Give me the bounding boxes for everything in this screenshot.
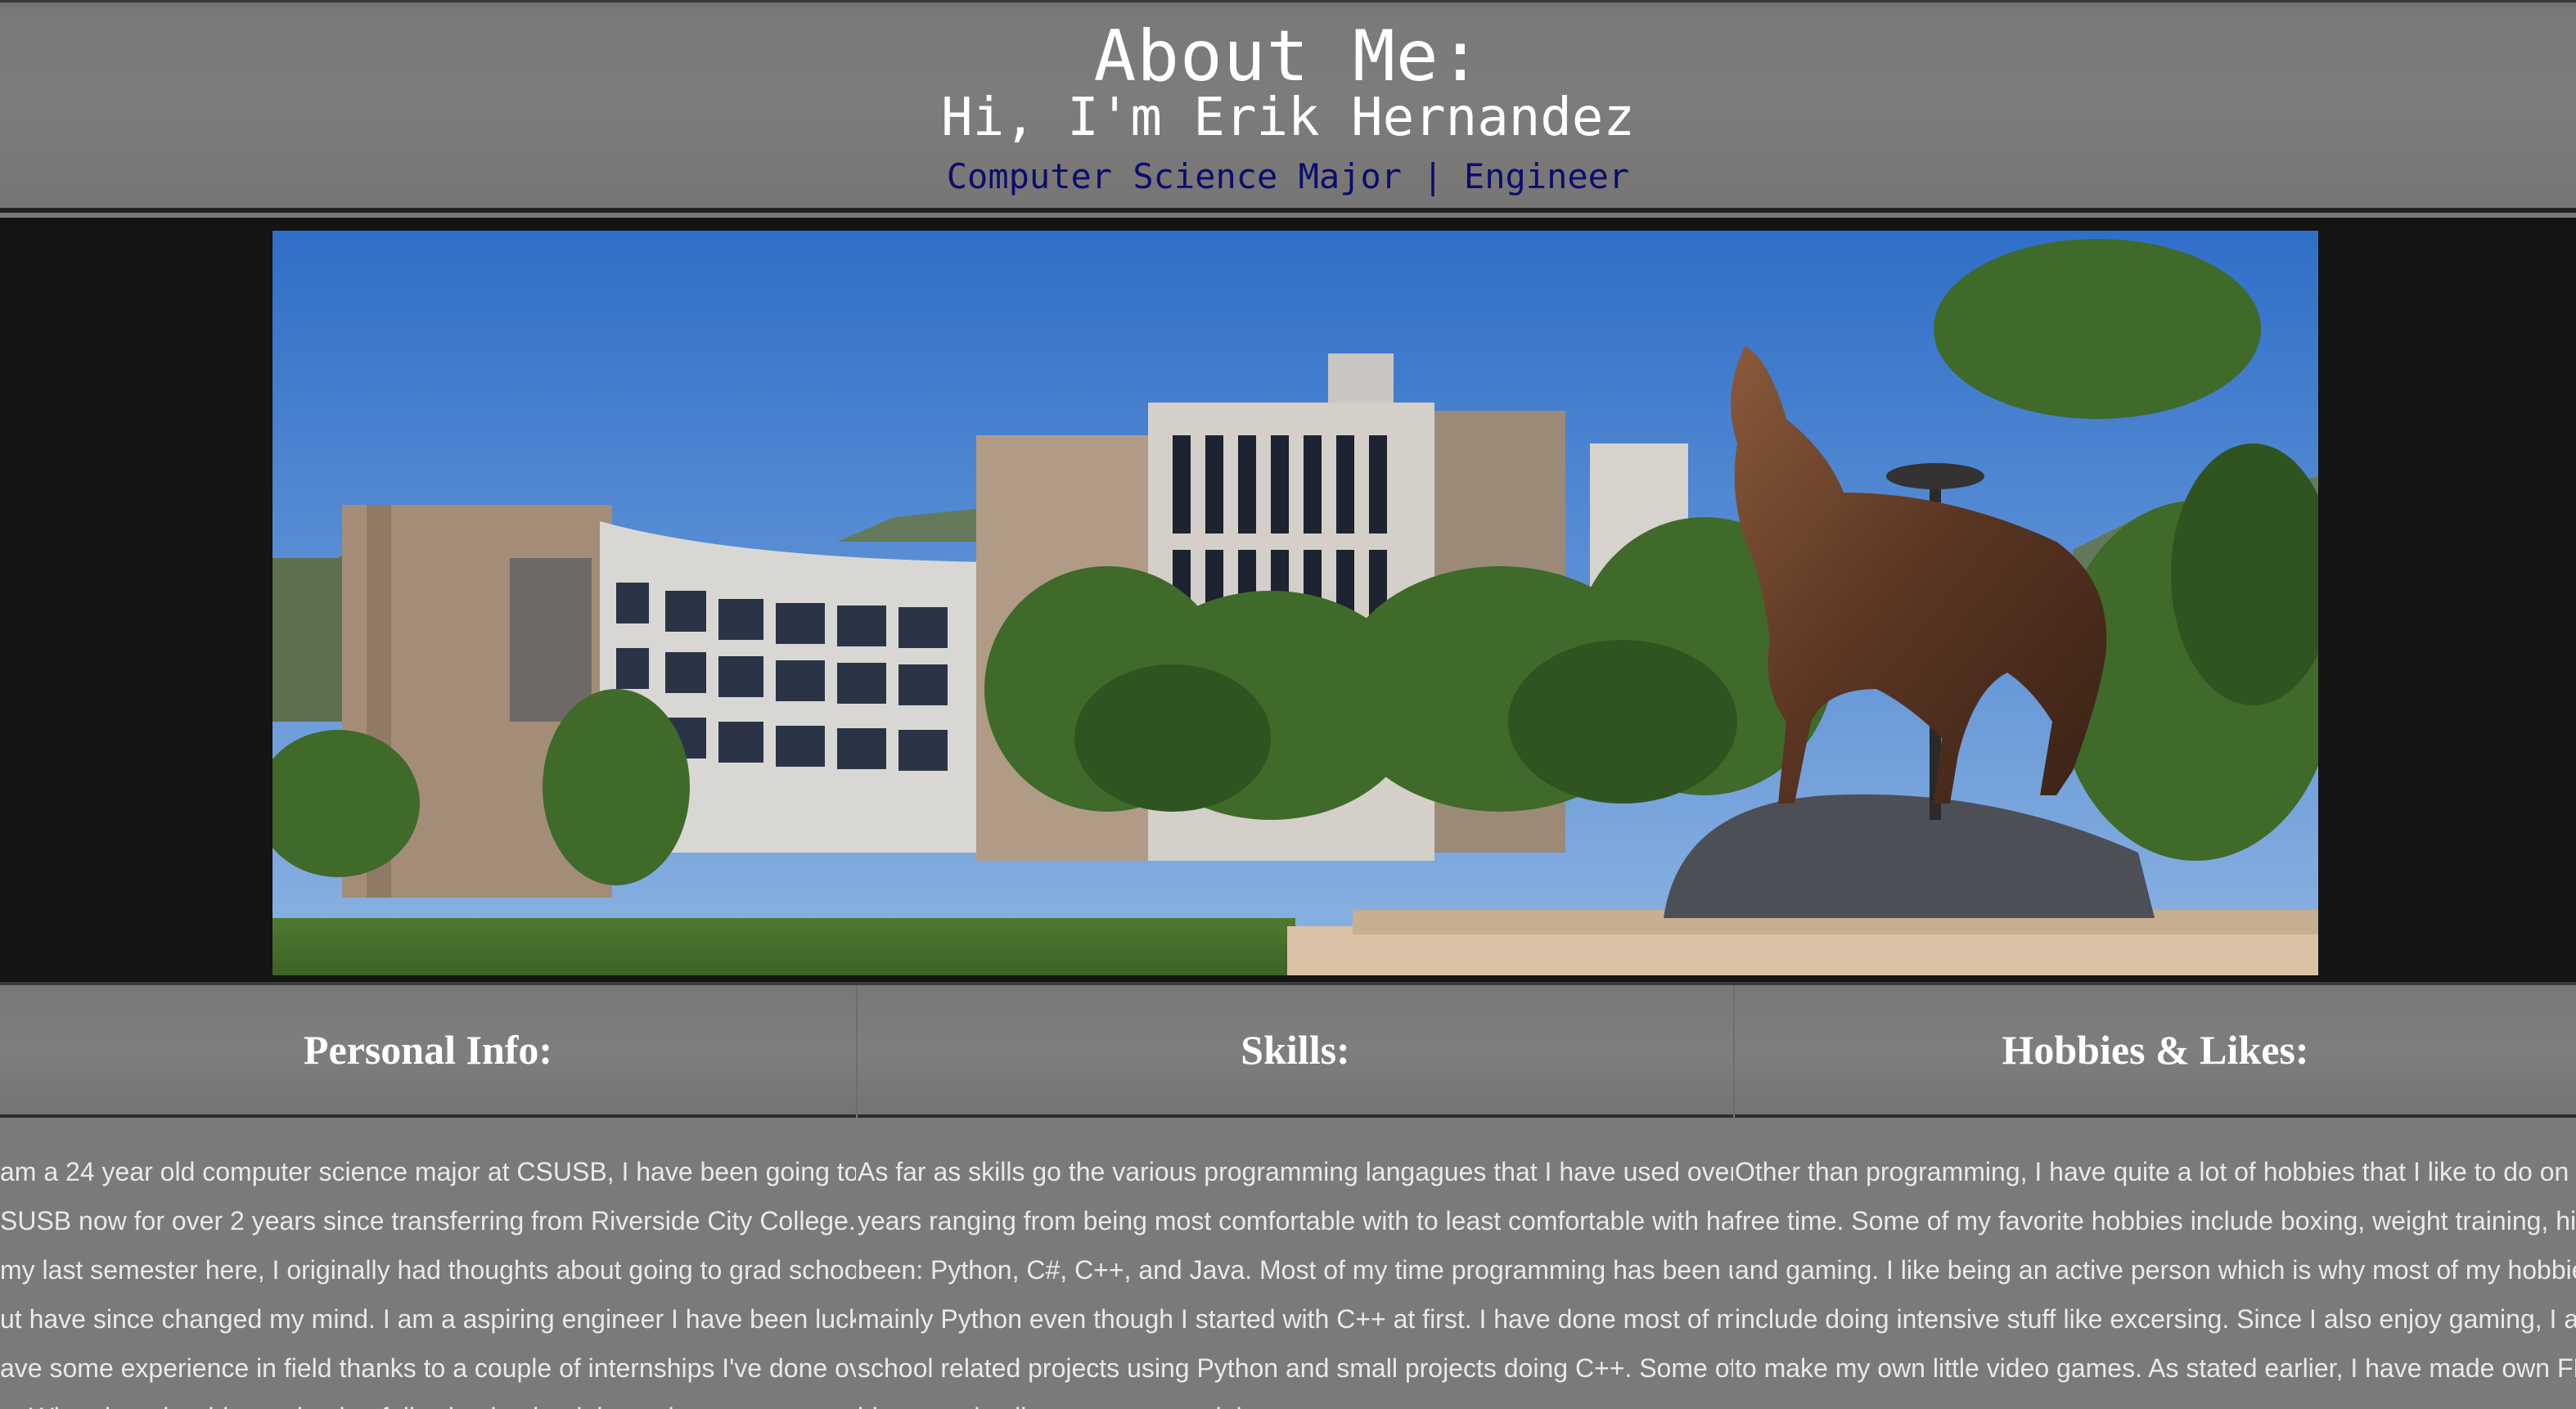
banner xyxy=(0,218,2576,982)
text-line: ... ... ... ... ... ... ... ... ... ... … xyxy=(1735,1393,2576,1409)
section-body-hobbies: Other than programming, I have quite a l… xyxy=(1735,1147,2576,1409)
section-skills: Skills: As far as skills go the various … xyxy=(858,985,1733,1409)
text-line: As far as skills go the various programm… xyxy=(858,1157,1733,1186)
text-line: ... When it ends wide graduation followi… xyxy=(0,1393,856,1409)
text-line: ave some experience in field thanks to a… xyxy=(0,1353,856,1383)
text-line: include doing intensive stuff like excer… xyxy=(1735,1304,2576,1334)
text-line: ut have since changed my mind. I am a as… xyxy=(0,1304,856,1334)
text-line: mainly Python even though I started with… xyxy=(858,1304,1733,1334)
section-personal-info: Personal Info: am a 24 year old computer… xyxy=(0,985,856,1409)
banner-image xyxy=(272,231,2318,975)
text-line: Other than programming, I have quite a l… xyxy=(1735,1157,2576,1186)
text-line: bi... ... and collect... ... ... ... and… xyxy=(858,1393,1733,1409)
text-line: am a 24 year old computer science major … xyxy=(0,1157,856,1186)
section-header: Skills: xyxy=(858,985,1733,1118)
page-header: About Me: Hi, I'm Erik Hernandez Compute… xyxy=(0,0,2576,213)
section-heading-personal-info: Personal Info: xyxy=(303,1027,553,1073)
section-hobbies: Hobbies & Likes: Other than programming,… xyxy=(1735,985,2576,1409)
section-heading-skills: Skills: xyxy=(1241,1027,1350,1073)
section-body-personal-info: am a 24 year old computer science major … xyxy=(0,1147,856,1409)
text-line: years ranging from being most comfortabl… xyxy=(858,1206,1733,1236)
section-header: Hobbies & Likes: xyxy=(1735,985,2576,1118)
section-heading-hobbies: Hobbies & Likes: xyxy=(2002,1027,2309,1073)
text-line: and gaming. I like being an active perso… xyxy=(1735,1255,2576,1285)
text-line: my last semester here, I originally had … xyxy=(0,1255,856,1285)
section-body-skills: As far as skills go the various programm… xyxy=(858,1147,1733,1409)
text-line: school related projects using Python and… xyxy=(858,1353,1733,1383)
text-line: SUSB now for over 2 years since transfer… xyxy=(0,1206,856,1236)
text-line: free time. Some of my favorite hobbies i… xyxy=(1735,1206,2576,1236)
info-sections: Personal Info: am a 24 year old computer… xyxy=(0,982,2576,1409)
text-line: to make my own little video games. As st… xyxy=(1735,1353,2576,1383)
page-subtitle: Hi, I'm Erik Hernandez xyxy=(941,88,1635,148)
section-header: Personal Info: xyxy=(0,985,856,1118)
page-tagline: Computer Science Major | Engineer xyxy=(946,156,1630,196)
text-line: been: Python, C#, C++, and Java. Most of… xyxy=(858,1255,1733,1285)
